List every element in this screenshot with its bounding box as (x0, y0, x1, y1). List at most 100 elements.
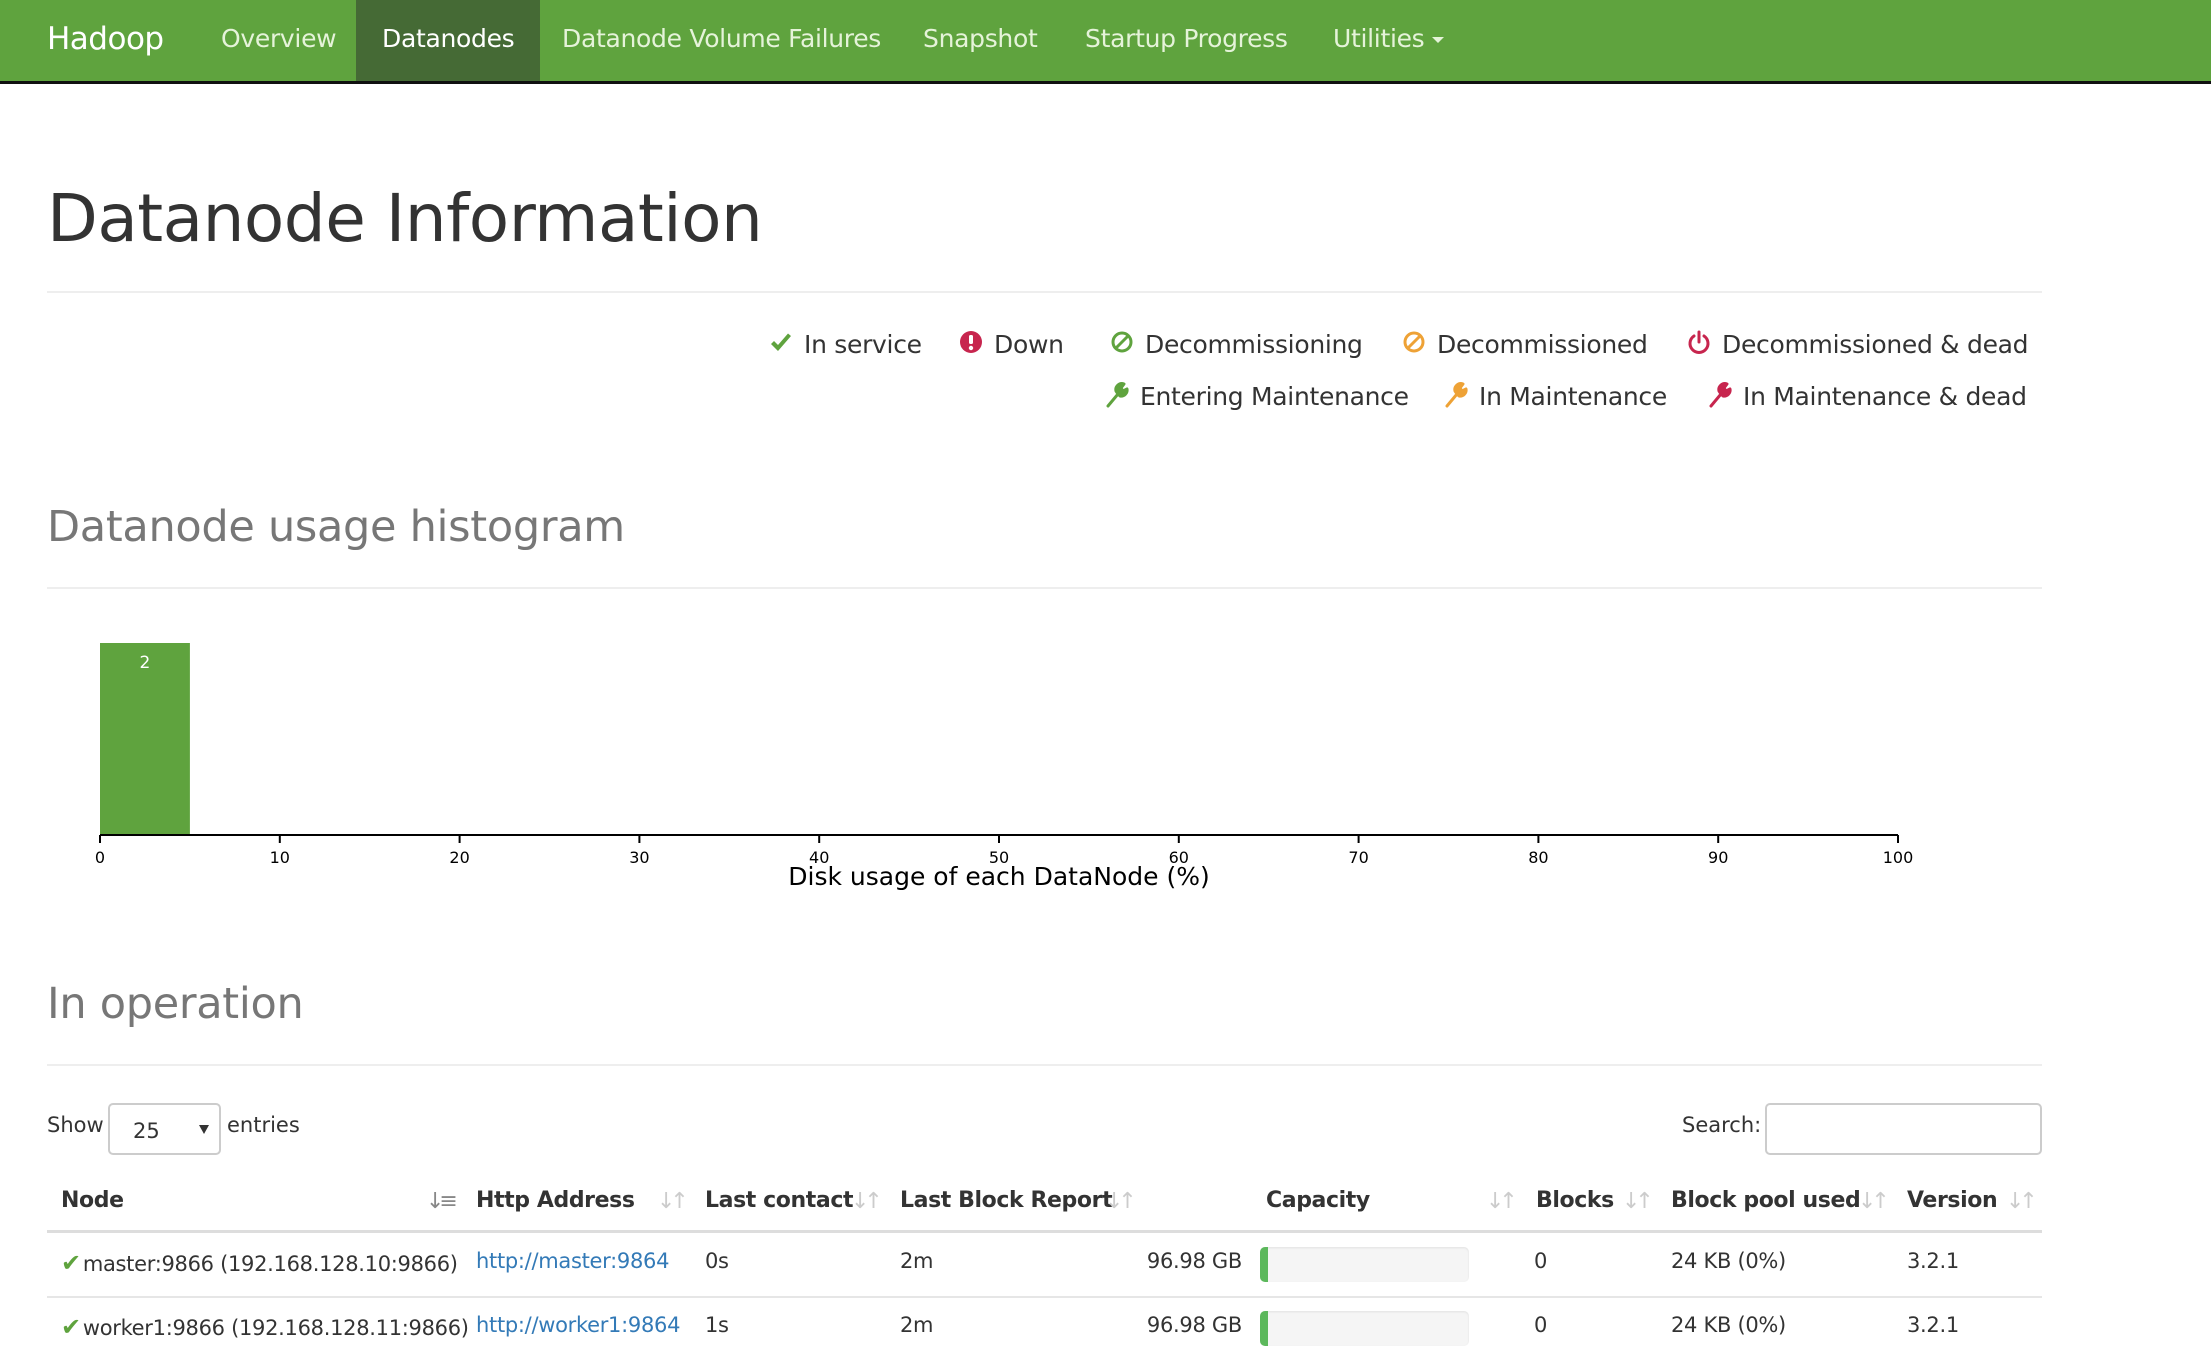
ban-icon (1109, 330, 1135, 356)
brand-logo[interactable]: Hadoop (47, 0, 164, 81)
histogram-chart: 20 10 20 30 40 50 60 70 80 90 100Disk usage of eac… (95, 643, 1914, 890)
histogram-bar-label: 2 (140, 653, 151, 673)
divider (47, 1064, 2042, 1066)
block-pool-used-cell: 24 KB (0%) (1671, 1313, 1786, 1337)
http-address-link[interactable]: http://master:9864 (476, 1249, 669, 1273)
x-axis-tick-label: 20 (449, 848, 469, 867)
http-address-link[interactable]: http://worker1:9864 (476, 1313, 680, 1337)
x-axis-tick-label: 10 (270, 848, 290, 867)
column-header-node[interactable]: Node (61, 1188, 124, 1213)
caret-down-icon (1432, 37, 1445, 43)
column-header-version[interactable]: Version (1907, 1188, 1998, 1213)
x-axis-tick-label: 80 (1528, 848, 1548, 867)
version-cell: 3.2.1 (1907, 1313, 1959, 1337)
wrench-icon (1104, 382, 1130, 408)
select-arrow-icon (199, 1125, 209, 1134)
legend-in-maintenance: In Maintenance (1443, 382, 1667, 411)
sort-ascending-icon[interactable]: ↓≡ (426, 1189, 458, 1214)
nav-utilities-label: Utilities (1333, 24, 1425, 53)
legend-in-service: In service (768, 330, 922, 359)
row-divider (47, 1296, 2042, 1298)
legend-label: In Maintenance & dead (1743, 382, 2027, 411)
exclamation-circle-icon (958, 330, 984, 356)
nav-startup-progress[interactable]: Startup Progress (1085, 0, 1288, 81)
sort-both-icon[interactable]: ↓↑ (2006, 1189, 2038, 1214)
sort-both-icon[interactable]: ↓↑ (851, 1189, 883, 1214)
legend-decommissioned-dead: Decommissioned & dead (1686, 330, 2029, 359)
last-block-report-cell: 2m (900, 1313, 934, 1337)
show-label: Show (47, 1113, 104, 1137)
capacity-cell: 96.98 GB (1146, 1249, 1242, 1273)
column-header-last-contact[interactable]: Last contact (705, 1188, 853, 1213)
legend-label: Decommissioned (1437, 330, 1648, 359)
capacity-cell: 96.98 GB (1146, 1313, 1242, 1337)
table-header-divider (47, 1230, 2042, 1233)
legend-decommissioning: Decommissioning (1109, 330, 1363, 359)
sort-both-icon[interactable]: ↓↑ (1622, 1189, 1654, 1214)
power-off-icon (1686, 330, 1712, 356)
node-cell: ✔worker1:9866 (192.168.128.11:9866) (61, 1313, 469, 1341)
block-pool-used-cell: 24 KB (0%) (1671, 1249, 1786, 1273)
x-axis-tick-label: 90 (1708, 848, 1728, 867)
legend-label: Entering Maintenance (1140, 382, 1409, 411)
sort-both-icon[interactable]: ↓↑ (657, 1189, 689, 1214)
sort-both-icon[interactable]: ↓↑ (1858, 1189, 1890, 1214)
legend-label: Decommissioning (1145, 330, 1363, 359)
x-axis-tick-label: 0 (95, 848, 105, 867)
last-block-report-cell: 2m (900, 1249, 934, 1273)
node-name: master:9866 (192.168.128.10:9866) (82, 1252, 458, 1276)
legend-decommissioned: Decommissioned (1401, 330, 1648, 359)
search-input[interactable] (1765, 1103, 2042, 1155)
sort-both-icon[interactable]: ↓↑ (1486, 1189, 1518, 1214)
legend-down: Down (958, 330, 1064, 359)
x-axis-label: Disk usage of each DataNode (%) (788, 862, 1209, 890)
nav-datanodes[interactable]: Datanodes (356, 0, 541, 81)
column-header-blocks[interactable]: Blocks (1536, 1188, 1614, 1213)
check-icon (768, 330, 794, 356)
nav-overview[interactable]: Overview (221, 0, 337, 81)
capacity-progress-fill (1260, 1311, 1268, 1346)
legend-entering-maintenance: Entering Maintenance (1104, 382, 1409, 411)
wrench-icon (1443, 382, 1469, 408)
last-contact-cell: 1s (705, 1313, 729, 1337)
nav-datanode-volume-failures[interactable]: Datanode Volume Failures (562, 0, 881, 81)
capacity-progress-bar (1260, 1247, 1469, 1282)
divider (47, 291, 2042, 293)
search-label: Search: (1682, 1113, 1762, 1137)
legend-label: In service (804, 330, 922, 359)
column-header-capacity[interactable]: Capacity (1266, 1188, 1370, 1213)
blocks-cell: 0 (1534, 1313, 1548, 1337)
capacity-progress-bar (1260, 1311, 1469, 1346)
legend-in-maintenance-dead: In Maintenance & dead (1707, 382, 2027, 411)
x-axis-tick-label: 30 (629, 848, 649, 867)
wrench-icon (1707, 382, 1733, 408)
ban-icon (1401, 330, 1427, 356)
x-axis-tick-label: 100 (1883, 848, 1914, 867)
node-name: worker1:9866 (192.168.128.11:9866) (82, 1316, 469, 1340)
x-axis-tick-label: 70 (1348, 848, 1368, 867)
navbar: Hadoop Overview Datanodes Datanode Volum… (0, 0, 2211, 84)
legend-label: Decommissioned & dead (1722, 330, 2029, 359)
page-title: Datanode Information (47, 180, 763, 257)
entries-select-value: 25 (133, 1119, 160, 1143)
blocks-cell: 0 (1534, 1249, 1548, 1273)
nav-utilities[interactable]: Utilities (1333, 0, 1445, 81)
divider (47, 587, 2042, 589)
node-cell: ✔master:9866 (192.168.128.10:9866) (61, 1249, 458, 1277)
sort-both-icon[interactable]: ↓↑ (1105, 1189, 1137, 1214)
legend-label: In Maintenance (1479, 382, 1667, 411)
column-header-block-pool-used[interactable]: Block pool used (1671, 1188, 1861, 1213)
version-cell: 3.2.1 (1907, 1249, 1959, 1273)
legend-label: Down (994, 330, 1064, 359)
in-service-check-icon: ✔ (61, 1313, 81, 1341)
in-operation-title: In operation (47, 979, 304, 1029)
capacity-progress-fill (1260, 1247, 1268, 1282)
nav-snapshot[interactable]: Snapshot (923, 0, 1038, 81)
in-service-check-icon: ✔ (61, 1249, 81, 1277)
column-header-last-block-report[interactable]: Last Block Report (900, 1188, 1113, 1213)
histogram-title: Datanode usage histogram (47, 502, 625, 552)
entries-label: entries (227, 1113, 300, 1137)
entries-select[interactable]: 25 (108, 1103, 221, 1155)
last-contact-cell: 0s (705, 1249, 729, 1273)
column-header-http-address[interactable]: Http Address (476, 1188, 635, 1213)
